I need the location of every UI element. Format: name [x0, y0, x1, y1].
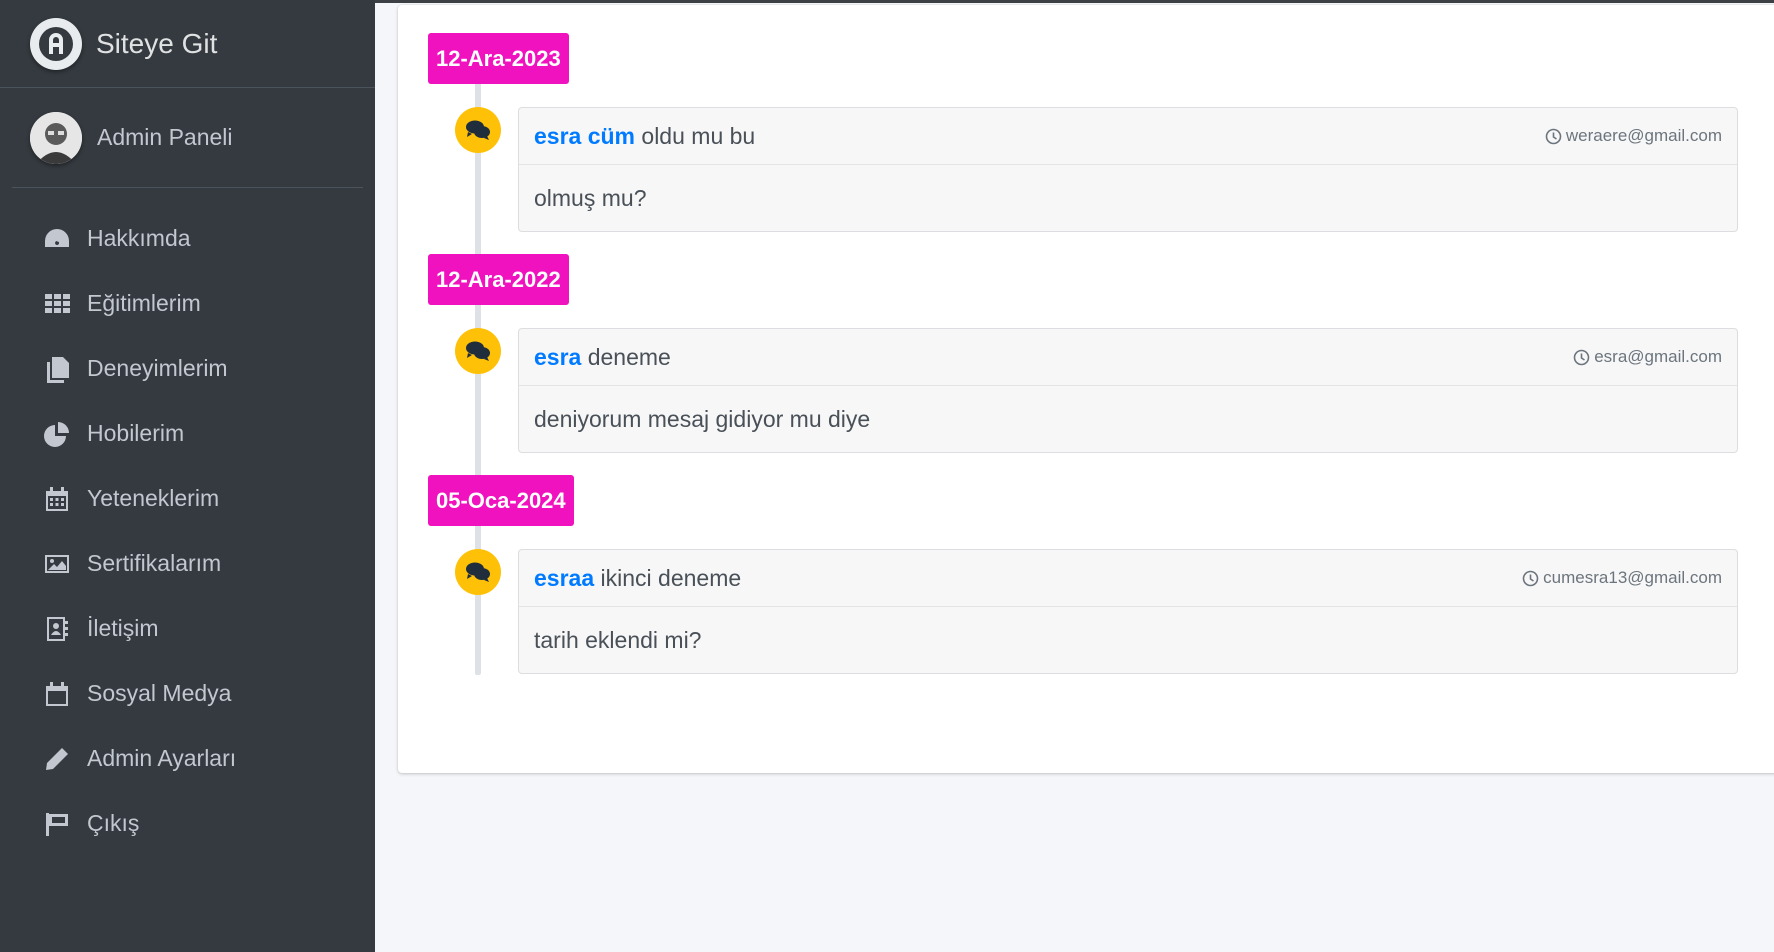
user-panel[interactable]: Admin Paneli — [12, 88, 363, 188]
sidebar-item-hobilerim[interactable]: Hobilerim — [0, 401, 375, 466]
timeline-item-title: esra cüm oldu mu bu — [534, 123, 755, 150]
sender-email: esra@gmail.com — [1573, 347, 1722, 367]
sidebar-item-label: Eğitimlerim — [87, 290, 201, 316]
timeline-date-label: 12-Ara-2022 — [428, 254, 569, 305]
sidebar-item-cikis[interactable]: Çıkış — [0, 791, 375, 856]
timeline-item: esra deneme esra@gmail.com deniyorum mes… — [518, 328, 1738, 453]
sender-email-text: esra@gmail.com — [1594, 347, 1722, 366]
user-name: Admin Paneli — [97, 124, 233, 150]
clock-icon — [1545, 128, 1562, 144]
sidebar-item-label: Yeteneklerim — [87, 485, 220, 511]
sender-email-text: weraere@gmail.com — [1565, 126, 1722, 145]
sidebar-item-label: Admin Ayarları — [87, 745, 237, 771]
avatar — [30, 111, 82, 164]
brand-logo-icon — [30, 17, 82, 70]
sidebar: Siteye Git Admin Paneli Hakkımda Eğitiml — [0, 0, 375, 952]
sidebar-item-hakkimda[interactable]: Hakkımda — [0, 206, 375, 271]
brand-link[interactable]: Siteye Git — [0, 0, 375, 88]
clock-icon — [1522, 570, 1539, 586]
sender-email: cumesra13@gmail.com — [1522, 568, 1722, 588]
sender-email-text: cumesra13@gmail.com — [1543, 568, 1722, 587]
message-subject: deneme — [587, 343, 671, 370]
sidebar-nav: Hakkımda Eğitimlerim Deneyimlerim Hobile… — [0, 188, 375, 856]
brand-title: Siteye Git — [96, 27, 218, 59]
calendar-grid-icon — [42, 484, 72, 514]
message-subject: oldu mu bu — [641, 122, 756, 149]
timeline-date-label: 05-Oca-2024 — [428, 475, 574, 526]
timeline-item-body: deniyorum mesaj gidiyor mu diye — [534, 405, 871, 432]
sidebar-item-label: Sosyal Medya — [87, 680, 232, 706]
sidebar-item-label: Sertifikalarım — [87, 550, 222, 576]
image-icon — [42, 549, 72, 579]
sender-name-link[interactable]: esraa — [534, 565, 594, 591]
timeline-item-header: esra deneme esra@gmail.com — [519, 329, 1737, 386]
timeline-item-body: tarih eklendi mi? — [534, 626, 702, 653]
sender-email: weraere@gmail.com — [1545, 126, 1722, 146]
comments-icon — [455, 549, 501, 595]
sidebar-item-label: İletişim — [87, 615, 159, 641]
timeline-date-label: 12-Ara-2023 — [428, 33, 569, 84]
message-subject: ikinci deneme — [600, 564, 742, 591]
timeline-item-body: olmuş mu? — [534, 184, 647, 211]
sidebar-item-sertifikalarim[interactable]: Sertifikalarım — [0, 531, 375, 596]
calendar-icon — [42, 679, 72, 709]
sidebar-item-iletisim[interactable]: İletişim — [0, 596, 375, 661]
grid-icon — [42, 289, 72, 319]
copy-icon — [42, 354, 72, 384]
comments-icon — [455, 107, 501, 153]
timeline-item-title: esra deneme — [534, 344, 671, 371]
sender-name-link[interactable]: esra cüm — [534, 123, 635, 149]
pie-chart-icon — [42, 419, 72, 449]
timeline-item: esra cüm oldu mu bu weraere@gmail.com ol… — [518, 107, 1738, 232]
timeline-item-header: esra cüm oldu mu bu weraere@gmail.com — [519, 108, 1737, 165]
timeline-item-title: esraa ikinci deneme — [534, 565, 741, 592]
sidebar-item-label: Hakkımda — [87, 225, 191, 251]
pencil-icon — [42, 744, 72, 774]
comments-icon — [455, 328, 501, 374]
timeline-item: esraa ikinci deneme cumesra13@gmail.com … — [518, 549, 1738, 674]
sidebar-item-label: Çıkış — [87, 810, 140, 836]
sidebar-item-admin-ayarlari[interactable]: Admin Ayarları — [0, 726, 375, 791]
sidebar-item-sosyal-medya[interactable]: Sosyal Medya — [0, 661, 375, 726]
sidebar-item-deneyimlerim[interactable]: Deneyimlerim — [0, 336, 375, 401]
sidebar-item-egitimlerim[interactable]: Eğitimlerim — [0, 271, 375, 336]
sidebar-item-label: Deneyimlerim — [87, 355, 228, 381]
timeline-item-header: esraa ikinci deneme cumesra13@gmail.com — [519, 550, 1737, 607]
address-book-icon — [42, 614, 72, 644]
tachometer-icon — [42, 224, 72, 254]
sender-name-link[interactable]: esra — [534, 344, 581, 370]
clock-icon — [1573, 349, 1590, 365]
sidebar-item-yeteneklerim[interactable]: Yeteneklerim — [0, 466, 375, 531]
sidebar-item-label: Hobilerim — [87, 420, 185, 446]
flag-icon — [42, 809, 72, 839]
